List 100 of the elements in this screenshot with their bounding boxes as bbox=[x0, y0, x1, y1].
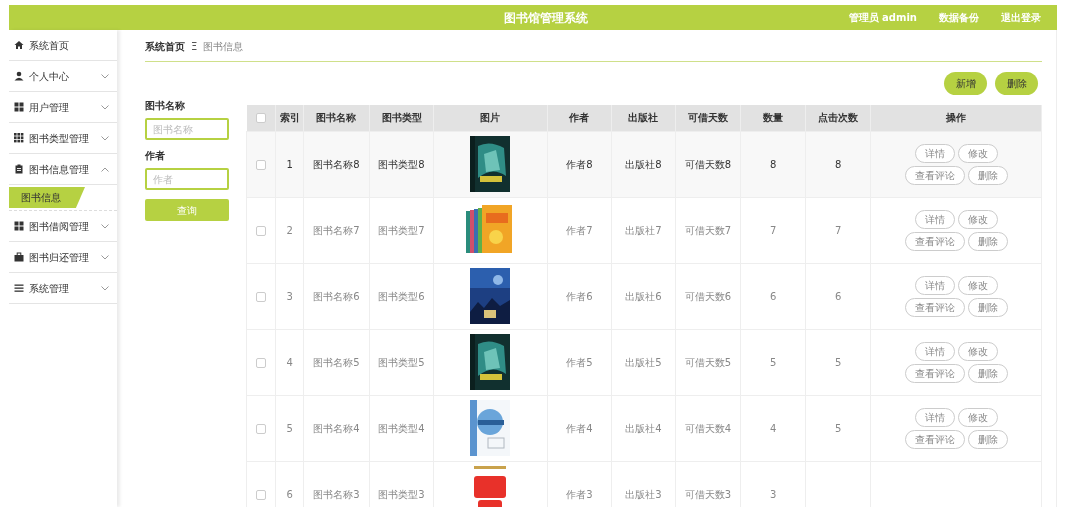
sidebar-item[interactable]: 图书信息管理 bbox=[9, 154, 117, 185]
sidebar-item[interactable]: 图书借阅管理 bbox=[9, 211, 117, 242]
user-icon bbox=[14, 71, 24, 81]
action-button[interactable]: 删除 bbox=[967, 231, 1008, 251]
table-cell: 出版社4 bbox=[625, 422, 662, 434]
table-cell: 6 bbox=[286, 488, 293, 500]
table-cell: 7 bbox=[769, 224, 777, 236]
column-header: 操作 bbox=[946, 112, 967, 124]
column-header: 索引 bbox=[279, 112, 300, 124]
table-cell: 3 bbox=[769, 488, 777, 500]
action-button[interactable]: 修改 bbox=[957, 407, 998, 427]
table-cell: 图书类型4 bbox=[378, 422, 425, 434]
column-header: 图书类型 bbox=[381, 112, 422, 124]
table-cell: 1 bbox=[286, 158, 293, 170]
action-button[interactable]: 查看评论 bbox=[904, 231, 965, 251]
sidebar-item[interactable]: 用户管理 bbox=[9, 92, 117, 123]
table-cell: 作者3 bbox=[566, 488, 593, 500]
select-all-checkbox[interactable] bbox=[256, 113, 266, 124]
action-button[interactable]: 修改 bbox=[957, 341, 998, 361]
table-cell: 可借天数6 bbox=[684, 290, 732, 302]
table-cell: 出版社8 bbox=[625, 158, 662, 170]
table-cell: 2 bbox=[286, 224, 293, 236]
table-cell: 作者5 bbox=[566, 356, 593, 368]
column-header: 图片 bbox=[480, 112, 501, 124]
table-cell: 图书名称6 bbox=[313, 290, 360, 302]
action-button[interactable]: 修改 bbox=[957, 143, 998, 163]
table-cell: 4 bbox=[286, 356, 293, 368]
table-cell: 图书类型3 bbox=[378, 488, 425, 500]
row-checkbox[interactable] bbox=[256, 225, 267, 236]
sidebar-subitem[interactable]: 图书信息 bbox=[9, 187, 85, 208]
table-cell: 作者6 bbox=[566, 290, 593, 302]
sidebar-item[interactable]: 图书归还管理 bbox=[9, 242, 117, 273]
table-cell: 出版社5 bbox=[625, 356, 662, 368]
home-icon bbox=[14, 40, 24, 50]
column-header: 数量 bbox=[763, 112, 784, 124]
breadcrumb-item[interactable]: 系统首页 bbox=[145, 39, 185, 54]
table-cell: 5 bbox=[834, 356, 842, 368]
action-button[interactable]: 详情 bbox=[914, 341, 955, 361]
toolbar-button[interactable]: 新增 bbox=[944, 72, 987, 95]
row-checkbox[interactable] bbox=[256, 291, 267, 302]
action-button[interactable]: 删除 bbox=[967, 297, 1008, 317]
table-cell: 6 bbox=[834, 290, 842, 302]
table-cell: 7 bbox=[834, 224, 842, 236]
table-cell: 5 bbox=[286, 422, 293, 434]
breadcrumb-separator: Ξ bbox=[191, 40, 198, 54]
table-cell: 图书类型5 bbox=[378, 356, 425, 368]
table-cell: 可借天数4 bbox=[684, 422, 732, 434]
breadcrumb-item: 图书信息 bbox=[203, 40, 244, 54]
table-cell: 可借天数7 bbox=[684, 224, 732, 236]
app-title: 图书馆管理系统 bbox=[502, 9, 588, 27]
action-button[interactable]: 修改 bbox=[957, 209, 998, 229]
table-cell: 图书类型7 bbox=[378, 224, 425, 236]
row-checkbox[interactable] bbox=[256, 357, 267, 368]
action-button[interactable]: 查看评论 bbox=[904, 363, 965, 383]
toolbar-button[interactable]: 删除 bbox=[995, 72, 1038, 95]
row-checkbox[interactable] bbox=[256, 159, 267, 170]
table-cell: 8 bbox=[769, 158, 777, 170]
table-cell: 5 bbox=[769, 356, 777, 368]
action-button[interactable]: 删除 bbox=[967, 165, 1008, 185]
action-button[interactable]: 查看评论 bbox=[904, 165, 965, 185]
table-cell: 图书类型6 bbox=[378, 290, 425, 302]
sidebar-item[interactable]: 个人中心 bbox=[9, 61, 117, 92]
grid-icon bbox=[14, 221, 24, 231]
table-cell: 图书名称8 bbox=[313, 158, 360, 170]
field-label: 作者 bbox=[145, 149, 166, 163]
search-field[interactable]: 作者 bbox=[145, 168, 229, 190]
table-cell: 6 bbox=[769, 290, 777, 302]
action-button[interactable]: 删除 bbox=[967, 363, 1008, 383]
table-cell: 出版社6 bbox=[625, 290, 662, 302]
action-button[interactable]: 查看评论 bbox=[904, 429, 965, 449]
table-cell: 可借天数3 bbox=[684, 488, 732, 500]
table-cell: 作者4 bbox=[566, 422, 593, 434]
action-button[interactable]: 详情 bbox=[914, 407, 955, 427]
action-button[interactable]: 详情 bbox=[914, 275, 955, 295]
table-cell: 图书类型8 bbox=[378, 158, 425, 170]
column-header: 图书名称 bbox=[316, 112, 357, 124]
sidebar-item[interactable]: 图书类型管理 bbox=[9, 123, 117, 154]
action-button[interactable]: 详情 bbox=[914, 209, 955, 229]
table-cell: 5 bbox=[834, 422, 842, 434]
field-label: 图书名称 bbox=[145, 99, 186, 113]
action-button[interactable]: 删除 bbox=[967, 429, 1008, 449]
table-cell: 出版社3 bbox=[625, 488, 662, 500]
table-cell: 图书名称7 bbox=[313, 224, 360, 236]
table-cell: 3 bbox=[286, 290, 293, 302]
table-cell: 图书名称5 bbox=[313, 356, 360, 368]
sidebar-item[interactable]: 系统管理 bbox=[9, 273, 117, 304]
table-cell: 4 bbox=[769, 422, 777, 434]
briefcase-icon bbox=[14, 252, 24, 262]
menu-icon bbox=[14, 283, 24, 293]
action-button[interactable]: 修改 bbox=[957, 275, 998, 295]
table-cell: 作者7 bbox=[566, 224, 593, 236]
row-checkbox[interactable] bbox=[256, 423, 267, 434]
table-cell: 图书名称3 bbox=[313, 488, 360, 500]
action-button[interactable]: 详情 bbox=[914, 143, 955, 163]
action-button[interactable]: 查看评论 bbox=[904, 297, 965, 317]
table-cell: 出版社7 bbox=[625, 224, 662, 236]
column-header: 作者 bbox=[569, 112, 590, 124]
search-field[interactable]: 图书名称 bbox=[145, 118, 229, 140]
row-checkbox[interactable] bbox=[256, 489, 267, 500]
sidebar-item[interactable]: 系统首页 bbox=[9, 30, 117, 61]
